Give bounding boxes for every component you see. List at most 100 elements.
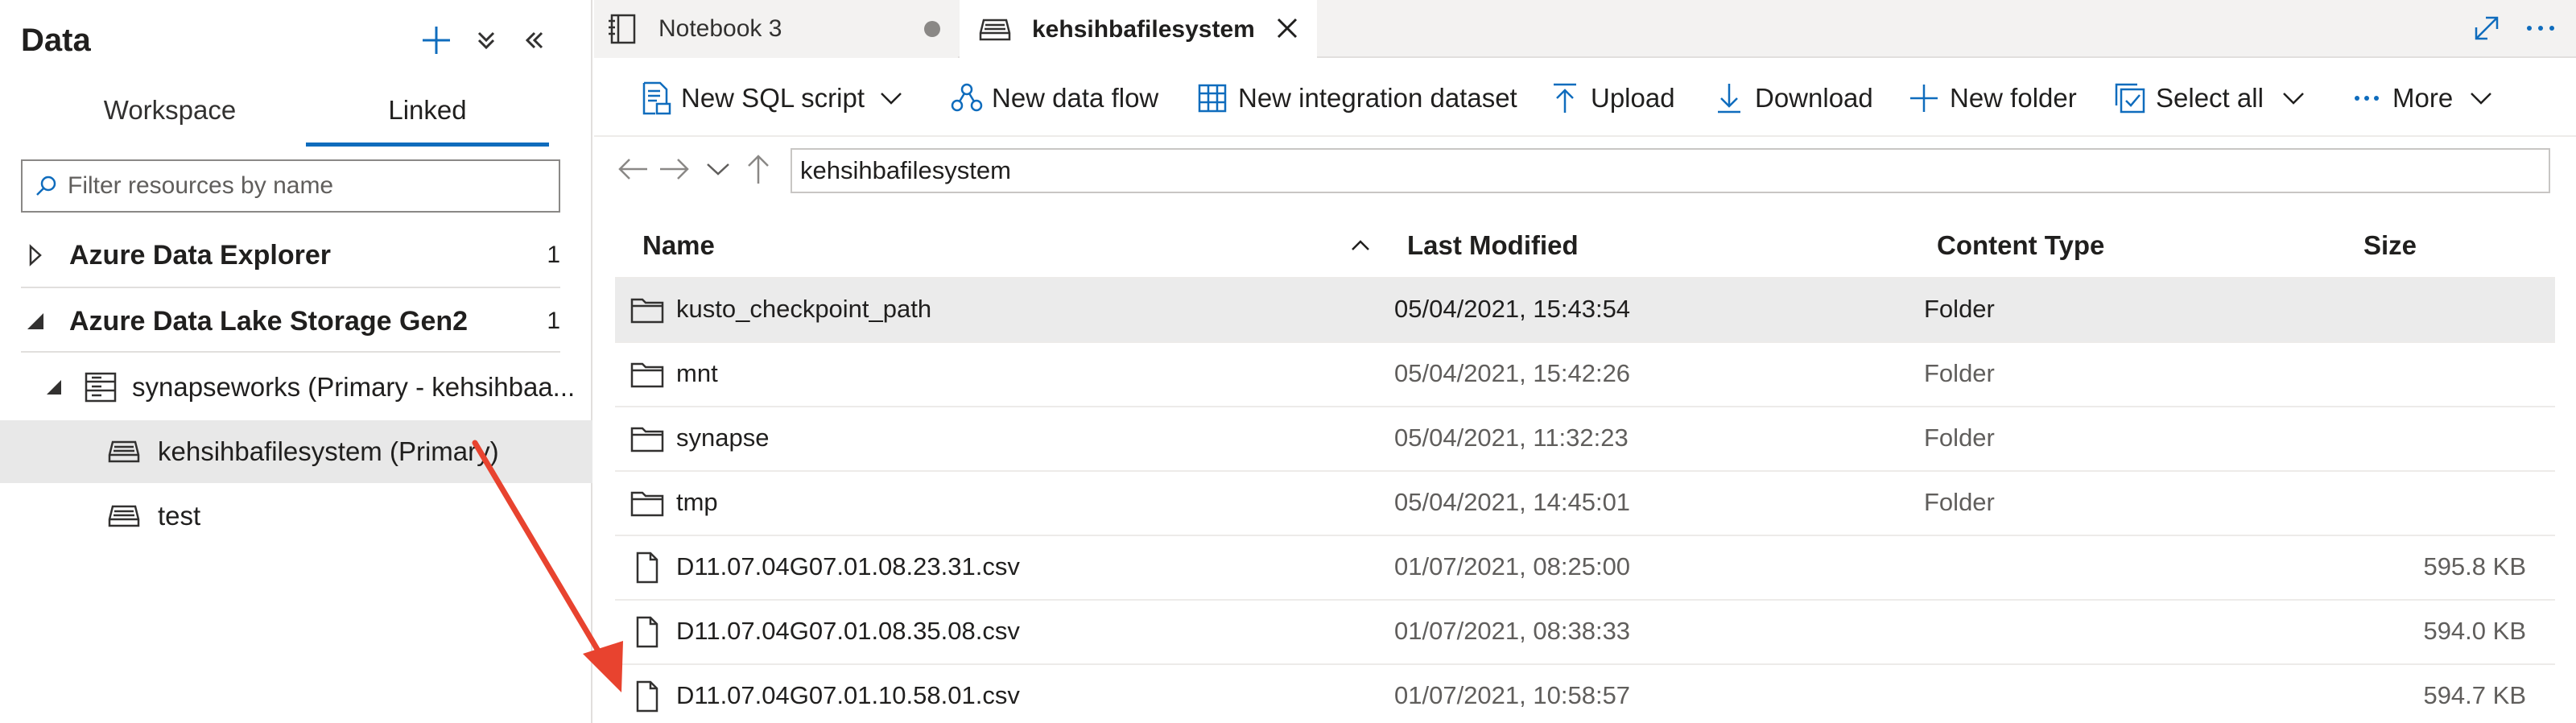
- divider: [21, 287, 560, 288]
- expand-caret-icon[interactable]: [27, 244, 43, 266]
- path-navigation: [594, 138, 2576, 205]
- folder-icon: [630, 357, 665, 393]
- cell-name: D11.07.04G07.01.08.23.31.csv: [676, 552, 1020, 580]
- cell-last-modified: 05/04/2021, 15:43:54: [1394, 295, 1631, 323]
- column-header-last-modified[interactable]: Last Modified: [1407, 230, 1579, 261]
- cell-last-modified: 01/07/2021, 08:25:00: [1394, 552, 1631, 580]
- data-panel: Data Workspace Linked Azure Data Explore…: [0, 0, 592, 723]
- tree-item-label: Azure Data Lake Storage Gen2: [69, 305, 469, 337]
- tab-workspace[interactable]: Workspace: [53, 90, 287, 147]
- expand-icon[interactable]: [2471, 13, 2502, 43]
- tab-kehsihbafilesystem[interactable]: kehsihbafilesystem: [960, 0, 1317, 60]
- tab-notebook-3[interactable]: Notebook 3: [594, 0, 958, 58]
- tree-item-test[interactable]: test: [0, 485, 592, 547]
- path-input[interactable]: [791, 148, 2550, 193]
- column-header-size[interactable]: Size: [2363, 230, 2417, 261]
- tree-item-label: kehsihbafilesystem (Primary): [158, 436, 499, 466]
- document-tab-bar: Notebook 3 kehsihbafilesystem: [594, 0, 2576, 60]
- unsaved-dot-icon: [924, 21, 940, 37]
- container-icon: [106, 502, 142, 531]
- data-flow-icon: [948, 81, 984, 116]
- tab-workspace-label: Workspace: [103, 95, 237, 125]
- sql-script-icon: [638, 81, 673, 116]
- cell-name: tmp: [676, 488, 718, 516]
- cell-content-type: Folder: [1924, 423, 1995, 452]
- select-all-label: Select all: [2156, 83, 2264, 113]
- new-data-flow-label: New data flow: [992, 83, 1159, 113]
- upload-button[interactable]: Upload: [1547, 76, 1675, 121]
- table-row[interactable]: kusto_checkpoint_path 05/04/2021, 15:43:5…: [615, 279, 2555, 343]
- new-sql-script-button[interactable]: New SQL script: [638, 76, 903, 121]
- cell-size: 594.0 KB: [2423, 617, 2526, 645]
- tab-label: Notebook 3: [658, 15, 782, 42]
- cell-content-type: Folder: [1924, 359, 1995, 387]
- table-row[interactable]: D11.07.04G07.01.10.58.01.csv 01/07/2021, …: [615, 665, 2555, 723]
- collapse-caret-icon[interactable]: [26, 312, 45, 331]
- download-button[interactable]: Download: [1711, 76, 1873, 121]
- tree-item-label: test: [158, 501, 201, 531]
- add-icon[interactable]: [417, 21, 456, 60]
- item-count: 1: [547, 242, 560, 268]
- column-header-content-type[interactable]: Content Type: [1937, 230, 2104, 261]
- cell-last-modified: 05/04/2021, 14:45:01: [1394, 488, 1631, 516]
- file-grid: Name Last Modified Content Type Size kus…: [615, 214, 2555, 723]
- filter-input[interactable]: [68, 172, 543, 200]
- folder-icon: [630, 293, 665, 328]
- download-icon: [1711, 81, 1747, 116]
- more-button[interactable]: More: [2349, 76, 2493, 121]
- select-all-icon: [2112, 81, 2148, 116]
- table-row[interactable]: synapse 05/04/2021, 11:32:23 Folder: [615, 407, 2555, 472]
- table-row[interactable]: D11.07.04G07.01.08.35.08.csv 01/07/2021, …: [615, 601, 2555, 665]
- tree-item-kehsihbafilesystem[interactable]: kehsihbafilesystem (Primary): [0, 420, 592, 483]
- active-tab-indicator: [306, 143, 549, 147]
- new-integration-dataset-label: New integration dataset: [1238, 83, 1517, 113]
- grid-body: kusto_checkpoint_path 05/04/2021, 15:43:5…: [615, 279, 2555, 723]
- back-arrow-icon[interactable]: [615, 151, 650, 187]
- tree-item-adls-gen2[interactable]: Azure Data Lake Storage Gen2 1: [0, 290, 592, 353]
- more-options-icon[interactable]: [2523, 16, 2558, 40]
- grid-header: Name Last Modified Content Type Size: [615, 214, 2555, 279]
- cell-name: D11.07.04G07.01.10.58.01.csv: [676, 681, 1020, 709]
- container-icon: [106, 437, 142, 466]
- container-icon: [977, 15, 1013, 44]
- new-folder-button[interactable]: New folder: [1906, 76, 2077, 121]
- table-row[interactable]: tmp 05/04/2021, 14:45:01 Folder: [615, 472, 2555, 536]
- collapse-all-icon[interactable]: [467, 21, 506, 60]
- more-label: More: [2392, 83, 2454, 113]
- collapse-caret-icon[interactable]: [45, 378, 63, 396]
- file-icon: [630, 551, 665, 586]
- search-icon: [34, 174, 58, 198]
- cell-name: mnt: [676, 359, 718, 387]
- filter-box[interactable]: [21, 159, 560, 213]
- chevron-down-icon: [2469, 90, 2493, 106]
- storage-account-icon: [84, 370, 118, 404]
- file-icon: [630, 615, 665, 651]
- close-tab-icon[interactable]: [1275, 16, 1299, 40]
- cell-last-modified: 05/04/2021, 15:42:26: [1394, 359, 1631, 387]
- ellipsis-icon: [2349, 81, 2384, 116]
- forward-arrow-icon[interactable]: [657, 151, 692, 187]
- cell-last-modified: 01/07/2021, 10:58:57: [1394, 681, 1631, 709]
- recent-locations-chevron-icon[interactable]: [700, 151, 736, 187]
- sort-ascending-icon[interactable]: [1351, 238, 1370, 251]
- upload-label: Upload: [1591, 83, 1675, 113]
- table-row[interactable]: mnt 05/04/2021, 15:42:26 Folder: [615, 343, 2555, 407]
- up-arrow-icon[interactable]: [741, 151, 776, 187]
- folder-icon: [630, 422, 665, 457]
- collapse-panel-icon[interactable]: [515, 21, 554, 60]
- panel-tabs: Workspace Linked: [21, 90, 560, 147]
- column-header-name[interactable]: Name: [642, 230, 715, 261]
- new-data-flow-button[interactable]: New data flow: [948, 76, 1158, 121]
- select-all-button[interactable]: Select all: [2112, 76, 2306, 121]
- tree-item-azure-data-explorer[interactable]: Azure Data Explorer 1: [0, 224, 592, 287]
- new-folder-label: New folder: [1950, 83, 2077, 113]
- table-row[interactable]: D11.07.04G07.01.08.23.31.csv 01/07/2021, …: [615, 536, 2555, 601]
- tab-label: kehsihbafilesystem: [1032, 16, 1255, 43]
- notebook-icon: [607, 13, 638, 45]
- cell-last-modified: 05/04/2021, 11:32:23: [1394, 423, 1629, 452]
- tab-linked[interactable]: Linked: [306, 90, 549, 147]
- new-integration-dataset-button[interactable]: New integration dataset: [1195, 76, 1517, 121]
- tree-item-synapseworks[interactable]: synapseworks (Primary - kehsihbaa...: [0, 356, 592, 419]
- cell-name: D11.07.04G07.01.08.35.08.csv: [676, 617, 1020, 645]
- cell-size: 594.7 KB: [2423, 681, 2526, 709]
